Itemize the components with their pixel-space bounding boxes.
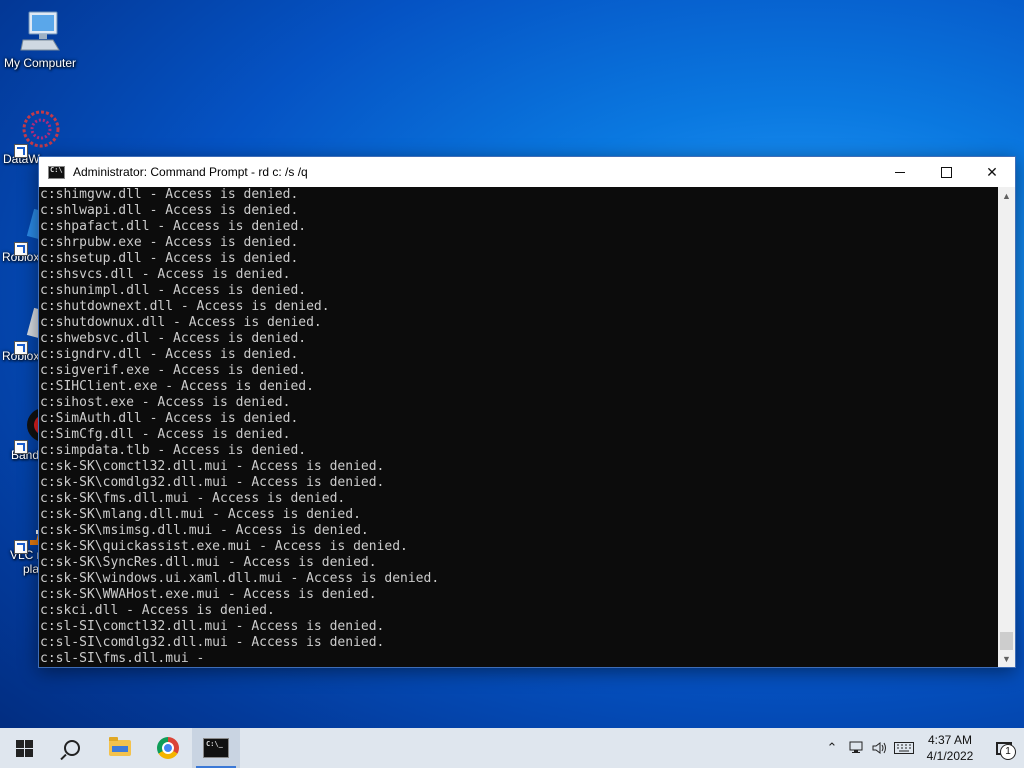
vertical-scrollbar[interactable]: ▲ ▼ <box>998 187 1015 667</box>
action-center-button[interactable]: 1 <box>984 728 1024 768</box>
scroll-down-arrow-icon[interactable]: ▼ <box>998 650 1015 667</box>
window-title: Administrator: Command Prompt - rd c: /s… <box>73 165 308 179</box>
console-line: c:shutdownext.dll - Access is denied. <box>40 299 330 314</box>
notification-count-badge: 1 <box>1000 744 1016 760</box>
console-line: c:simpdata.tlb - Access is denied. <box>40 443 307 458</box>
search-icon <box>64 740 80 756</box>
shortcut-arrow-icon <box>14 540 28 554</box>
console-line: c:shlwapi.dll - Access is denied. <box>40 203 299 218</box>
console-line: c:SimCfg.dll - Access is denied. <box>40 427 291 442</box>
clock-date: 4/1/2022 <box>926 749 974 763</box>
search-button[interactable] <box>48 728 96 768</box>
console-line: c:sk-SK\quickassist.exe.mui - Access is … <box>40 539 408 554</box>
command-prompt-window[interactable]: Administrator: Command Prompt - rd c: /s… <box>38 156 1016 668</box>
taskbar: ⌃ 4:37 AM 4/1/2022 1 <box>0 728 1024 768</box>
console-line: c:sk-SK\fms.dll.mui - Access is denied. <box>40 491 346 506</box>
chevron-up-icon[interactable]: ⌃ <box>820 728 844 768</box>
console-line: c:SimAuth.dll - Access is denied. <box>40 411 299 426</box>
keyboard-icon[interactable] <box>892 728 916 768</box>
console-line: c:SIHClient.exe - Access is denied. <box>40 379 314 394</box>
volume-icon[interactable] <box>868 728 892 768</box>
clock[interactable]: 4:37 AM 4/1/2022 <box>916 732 984 764</box>
console-output[interactable]: c:shimgvw.dll - Access is denied. c:shlwa… <box>40 187 999 667</box>
scrollbar-thumb[interactable] <box>1000 632 1013 650</box>
system-tray: ⌃ 4:37 AM 4/1/2022 1 <box>820 728 1024 768</box>
console-line: c:signdrv.dll - Access is denied. <box>40 347 299 362</box>
console-line: c:sigverif.exe - Access is denied. <box>40 363 307 378</box>
network-icon[interactable] <box>844 728 868 768</box>
window-titlebar[interactable]: Administrator: Command Prompt - rd c: /s… <box>39 157 1015 187</box>
maximize-button[interactable] <box>923 157 969 187</box>
shortcut-arrow-icon <box>14 440 28 454</box>
console-line: c:sk-SK\WWAHost.exe.mui - Access is deni… <box>40 587 377 602</box>
clock-time: 4:37 AM <box>927 733 973 747</box>
cmd-icon <box>203 738 229 758</box>
console-line: c:sk-SK\comctl32.dll.mui - Access is den… <box>40 459 385 474</box>
chrome-icon <box>157 737 179 759</box>
console-line: c:sk-SK\windows.ui.xaml.dll.mui - Access… <box>40 571 440 586</box>
console-line: c:shsetup.dll - Access is denied. <box>40 251 299 266</box>
close-button[interactable] <box>969 157 1015 187</box>
cmd-icon <box>48 165 65 179</box>
console-line: c:shrpubw.exe - Access is denied. <box>40 235 299 250</box>
console-line: c:shutdownux.dll - Access is denied. <box>40 315 322 330</box>
windows-logo-icon <box>15 739 33 757</box>
console-line: c:sk-SK\SyncRes.dll.mui - Access is deni… <box>40 555 377 570</box>
shortcut-arrow-icon <box>14 144 28 158</box>
console-line: c:shunimpl.dll - Access is denied. <box>40 283 307 298</box>
start-button[interactable] <box>0 728 48 768</box>
chrome-button[interactable] <box>144 728 192 768</box>
console-line: c:sk-SK\mlang.dll.mui - Access is denied… <box>40 507 361 522</box>
scroll-up-arrow-icon[interactable]: ▲ <box>998 187 1015 204</box>
datawatch-icon <box>14 106 64 158</box>
desktop-icon-label: My Computer <box>3 56 77 70</box>
shortcut-arrow-icon <box>14 242 28 256</box>
console-line: c:sl-SI\comctl32.dll.mui - Access is den… <box>40 619 385 634</box>
computer-icon <box>17 10 63 56</box>
command-prompt-button[interactable] <box>192 728 240 768</box>
file-explorer-button[interactable] <box>96 728 144 768</box>
console-line: c:sk-SK\comdlg32.dll.mui - Access is den… <box>40 475 385 490</box>
console-line: c:shwebsvc.dll - Access is denied. <box>40 331 307 346</box>
console-line: c:sl-SI\fms.dll.mui - <box>40 651 205 666</box>
desktop-icon-my-computer[interactable]: My Computer <box>0 10 80 70</box>
console-line: c:shsvcs.dll - Access is denied. <box>40 267 291 282</box>
console-line: c:shpafact.dll - Access is denied. <box>40 219 307 234</box>
console-line: c:skci.dll - Access is denied. <box>40 603 275 618</box>
minimize-button[interactable] <box>877 157 923 187</box>
console-line: c:sk-SK\msimsg.dll.mui - Access is denie… <box>40 523 369 538</box>
console-line: c:shimgvw.dll - Access is denied. <box>40 187 299 202</box>
console-line: c:sl-SI\comdlg32.dll.mui - Access is den… <box>40 635 385 650</box>
folder-icon <box>109 737 131 756</box>
shortcut-arrow-icon <box>14 341 28 355</box>
console-line: c:sihost.exe - Access is denied. <box>40 395 291 410</box>
